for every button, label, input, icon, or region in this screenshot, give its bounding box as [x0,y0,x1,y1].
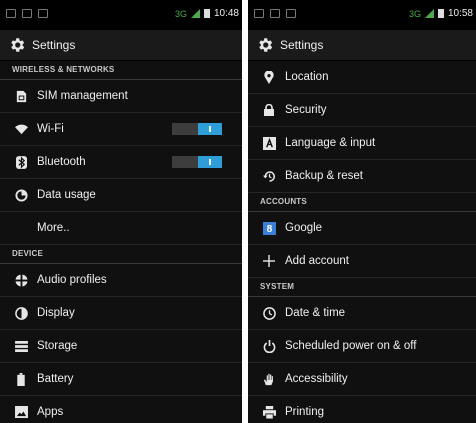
network-type: 3G [174,8,187,19]
hand-icon [262,372,276,386]
status-time: 10:48 [213,8,239,19]
item-label: Battery [37,373,74,385]
setting-language-input[interactable]: Language & input [248,127,476,160]
item-label: Backup & reset [285,170,363,182]
item-label: Scheduled power on & off [285,340,417,352]
bluetooth-toggle[interactable] [172,156,222,168]
item-label: Apps [37,406,64,418]
display-icon [14,306,28,320]
item-label: Bluetooth [37,156,86,168]
item-label: Wi-Fi [37,123,64,135]
setting-printing[interactable]: Printing [248,396,476,423]
setting-scheduled-power[interactable]: Scheduled power on & off [248,330,476,363]
wifi-toggle[interactable] [172,123,222,135]
backup-icon [262,169,276,183]
status-time: 10:58 [447,8,473,19]
item-label: Display [37,307,75,319]
printer-icon [262,405,276,419]
plus-icon [262,254,276,268]
page-title: Settings [32,38,76,52]
google-icon: 8 [262,221,276,235]
item-label: Security [285,104,327,116]
battery-status-icon [437,9,444,18]
action-bar: Settings [248,30,476,61]
section-header-device: DEVICE [0,245,242,264]
notification-icons [254,9,296,18]
signal-icon [424,9,434,18]
section-header-accounts: ACCOUNTS [248,193,476,212]
item-label: More.. [37,222,70,234]
bluetooth-icon [14,155,28,169]
setting-accessibility[interactable]: Accessibility [248,363,476,396]
setting-display[interactable]: Display [0,297,242,330]
status-bar: 3G 10:58 [248,0,476,30]
item-label: Audio profiles [37,274,107,286]
right-screen: 3G 10:58 Settings Location Security Lang… [248,0,476,423]
location-icon [262,70,276,84]
item-label: Accessibility [285,373,348,385]
status-bar: 3G 10:48 [0,0,242,30]
status-indicators: 3G 10:48 [175,8,239,19]
battery-status-icon [203,9,210,18]
status-indicators: 3G 10:58 [409,8,473,19]
setting-sim-management[interactable]: SIM management [0,80,242,113]
setting-apps[interactable]: Apps [0,396,242,423]
item-label: Location [285,71,329,83]
power-icon [262,339,276,353]
section-header-wireless: WIRELESS & NETWORKS [0,61,242,80]
setting-location[interactable]: Location [248,61,476,94]
setting-audio-profiles[interactable]: Audio profiles [0,264,242,297]
svg-text:8: 8 [266,224,272,235]
setting-data-usage[interactable]: Data usage [0,179,242,212]
setting-battery[interactable]: Battery [0,363,242,396]
item-label: Add account [285,255,349,267]
account-google[interactable]: 8 Google [248,212,476,245]
page-title: Settings [280,38,324,52]
battery-icon [14,372,28,386]
setting-security[interactable]: Security [248,94,476,127]
toggle-knob [198,123,222,135]
setting-wifi[interactable]: Wi-Fi [0,113,242,146]
section-header-system: SYSTEM [248,278,476,297]
storage-icon [14,339,28,353]
sim-icon [14,89,28,103]
setting-more[interactable]: More.. [0,212,242,245]
clock-icon [262,306,276,320]
wifi-icon [14,122,28,136]
lock-icon [262,103,276,117]
audio-profiles-icon [14,273,28,287]
setting-date-time[interactable]: Date & time [248,297,476,330]
setting-storage[interactable]: Storage [0,330,242,363]
toggle-knob [198,156,222,168]
item-label: Google [285,222,323,234]
add-account[interactable]: Add account [248,245,476,278]
item-label: SIM management [37,90,128,102]
network-type: 3G [408,8,421,19]
apps-icon [14,405,28,419]
language-icon [262,136,276,150]
item-label: Printing [285,406,324,418]
item-label: Date & time [285,307,346,319]
data-usage-icon [14,188,28,202]
item-label: Data usage [37,189,96,201]
setting-bluetooth[interactable]: Bluetooth [0,146,242,179]
gear-icon[interactable] [8,36,26,54]
action-bar: Settings [0,30,242,61]
signal-icon [190,9,200,18]
item-label: Language & input [285,137,376,149]
gear-icon[interactable] [256,36,274,54]
notification-icons [6,9,48,18]
setting-backup-reset[interactable]: Backup & reset [248,160,476,193]
item-label: Storage [37,340,78,352]
left-screen: 3G 10:48 Settings WIRELESS & NETWORKS SI… [0,0,242,423]
